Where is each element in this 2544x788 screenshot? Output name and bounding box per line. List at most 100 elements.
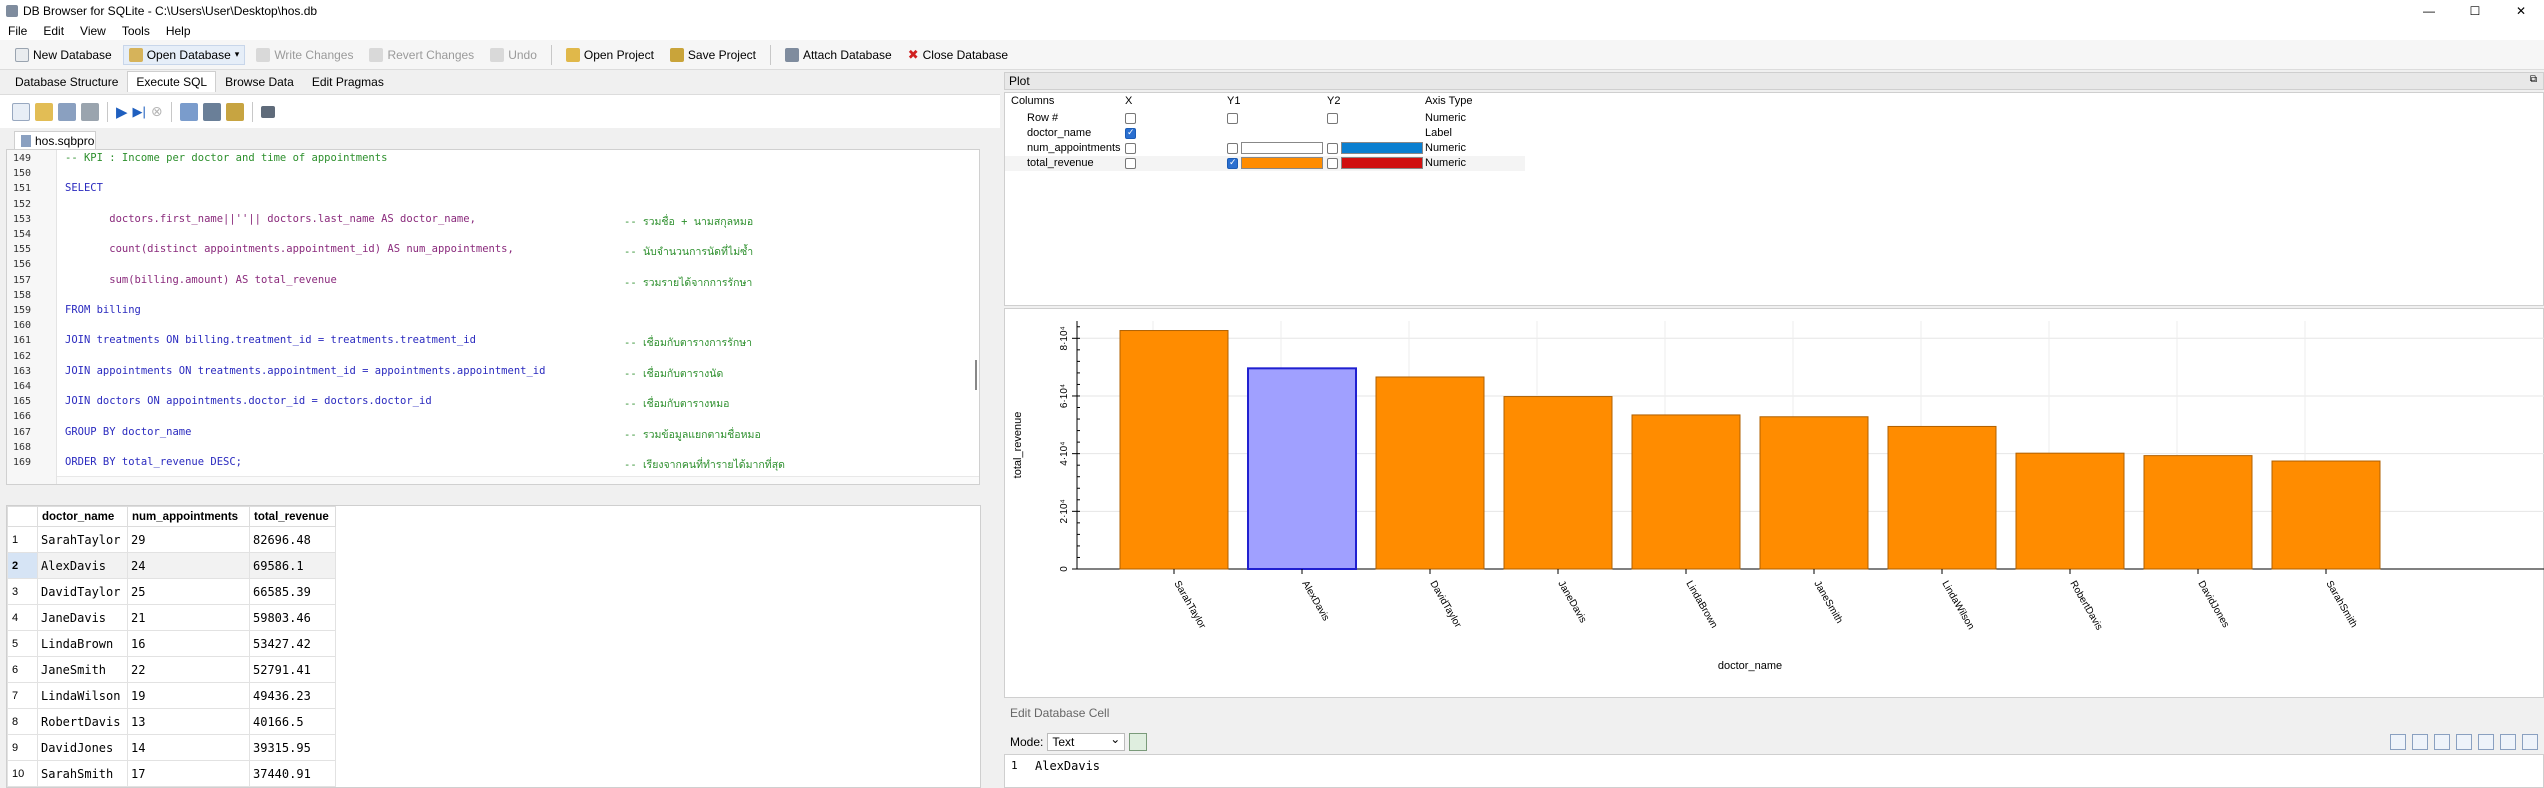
maximize-button[interactable]: ☐ xyxy=(2452,0,2498,22)
table-cell[interactable]: 24 xyxy=(127,552,250,579)
write-changes-button[interactable]: Write Changes xyxy=(251,46,358,64)
table-cell[interactable]: 37440.91 xyxy=(249,760,336,787)
y1-checkbox[interactable] xyxy=(1227,113,1238,124)
y2-color-swatch[interactable] xyxy=(1341,142,1423,154)
y2-checkbox[interactable] xyxy=(1327,143,1338,154)
column-header[interactable]: doctor_name xyxy=(37,506,128,527)
print-cell-icon[interactable] xyxy=(2412,734,2428,750)
find-icon[interactable] xyxy=(202,102,221,121)
word-wrap-icon[interactable] xyxy=(2390,734,2406,750)
row-number[interactable]: 7 xyxy=(7,682,38,709)
row-number[interactable]: 6 xyxy=(7,656,38,683)
table-cell[interactable]: JaneDavis xyxy=(37,604,128,631)
table-cell[interactable]: LindaWilson xyxy=(37,682,128,709)
table-cell[interactable]: SarahSmith xyxy=(37,760,128,787)
plot-chart-area[interactable]: 0 2·10⁴ 4·10⁴ 6·10⁴ 8·10⁴ SarahTaylor AlexDavi… xyxy=(1004,308,2544,698)
table-row[interactable]: 7 LindaWilson 19 49436.23 xyxy=(7,682,336,709)
table-row[interactable]: 8 RobertDavis 13 40166.5 xyxy=(7,708,336,735)
table-row[interactable]: 3 DavidTaylor 25 66585.39 xyxy=(7,578,336,605)
y1-color-swatch[interactable] xyxy=(1241,157,1323,169)
row-number[interactable]: 4 xyxy=(7,604,38,631)
print-icon[interactable] xyxy=(81,102,99,121)
row-number[interactable]: 3 xyxy=(7,578,38,605)
menu-file[interactable]: File xyxy=(0,24,35,38)
set-null-icon[interactable] xyxy=(2434,734,2450,750)
table-cell[interactable]: 14 xyxy=(127,734,250,761)
menu-tools[interactable]: Tools xyxy=(114,24,158,38)
table-row[interactable]: 9 DavidJones 14 39315.95 xyxy=(7,734,336,761)
y2-checkbox[interactable] xyxy=(1327,158,1338,169)
y2-color-swatch[interactable] xyxy=(1341,157,1423,169)
undock-cell-icon[interactable] xyxy=(2522,734,2538,750)
table-cell[interactable]: 69586.1 xyxy=(249,552,336,579)
table-row[interactable]: 1 SarahTaylor 29 82696.48 xyxy=(7,526,336,553)
open-project-button[interactable]: Open Project xyxy=(561,46,659,64)
table-cell[interactable]: 21 xyxy=(127,604,250,631)
table-cell[interactable]: DavidJones xyxy=(37,734,128,761)
editor-horizontal-scrollbar[interactable] xyxy=(57,476,979,484)
table-cell[interactable]: 22 xyxy=(127,656,250,683)
edit-cell-editor[interactable]: 1 AlexDavis xyxy=(1004,754,2544,788)
row-number[interactable]: 10 xyxy=(7,760,38,787)
row-number[interactable]: 1 xyxy=(7,526,38,553)
table-cell[interactable]: LindaBrown xyxy=(37,630,128,657)
auto-format-icon[interactable] xyxy=(1129,733,1148,751)
y1-color-swatch[interactable] xyxy=(1241,142,1323,154)
tab-edit-pragmas[interactable]: Edit Pragmas xyxy=(303,71,393,92)
undo-button[interactable]: Undo xyxy=(485,46,542,64)
y1-checkbox[interactable] xyxy=(1227,157,1238,169)
row-number[interactable]: 9 xyxy=(7,734,38,761)
table-row[interactable]: 10 SarahSmith 17 37440.91 xyxy=(7,760,336,787)
table-cell[interactable]: 29 xyxy=(127,526,250,553)
x-checkbox[interactable] xyxy=(1125,127,1136,139)
table-cell[interactable]: 59803.46 xyxy=(249,604,336,631)
table-cell[interactable]: SarahTaylor xyxy=(37,526,128,553)
open-database-button[interactable]: Open Database ▾ xyxy=(122,44,246,65)
save-sql-file-icon[interactable] xyxy=(58,102,76,121)
x-checkbox[interactable] xyxy=(1125,158,1136,169)
table-cell[interactable]: 13 xyxy=(127,708,250,735)
execute-all-icon[interactable]: ▶ xyxy=(116,103,128,121)
table-cell[interactable]: JaneSmith xyxy=(37,656,128,683)
table-cell[interactable]: 52791.41 xyxy=(249,656,336,683)
undock-icon[interactable]: ⧉ xyxy=(2530,74,2537,85)
table-row[interactable]: 6 JaneSmith 22 52791.41 xyxy=(7,656,336,683)
row-number[interactable]: 5 xyxy=(7,630,38,657)
save-project-button[interactable]: Save Project xyxy=(665,46,761,64)
results-grid[interactable]: doctor_name num_appointments total_reven… xyxy=(6,505,981,788)
corner-header[interactable] xyxy=(7,506,38,527)
apply-icon[interactable] xyxy=(2500,734,2516,750)
sql-file-tab[interactable]: hos.sqbpro xyxy=(14,131,96,149)
table-cell[interactable]: RobertDavis xyxy=(37,708,128,735)
plot-column-row[interactable]: doctor_name Label xyxy=(1005,126,1525,141)
menu-edit[interactable]: Edit xyxy=(35,24,72,38)
table-cell[interactable]: 82696.48 xyxy=(249,526,336,553)
new-database-button[interactable]: New Database xyxy=(10,46,117,64)
table-cell[interactable]: 19 xyxy=(127,682,250,709)
column-header[interactable]: total_revenue xyxy=(249,506,336,527)
menu-help[interactable]: Help xyxy=(158,24,199,38)
table-row[interactable]: 4 JaneDavis 21 59803.46 xyxy=(7,604,336,631)
x-checkbox[interactable] xyxy=(1125,143,1136,154)
close-database-button[interactable]: ✖ Close Database xyxy=(903,45,1013,65)
tab-browse-data[interactable]: Browse Data xyxy=(216,71,303,92)
revert-changes-button[interactable]: Revert Changes xyxy=(364,46,479,64)
table-cell[interactable]: DavidTaylor xyxy=(37,578,128,605)
table-cell[interactable]: 16 xyxy=(127,630,250,657)
table-cell[interactable]: 66585.39 xyxy=(249,578,336,605)
mode-select[interactable]: Text xyxy=(1047,732,1126,751)
tab-database-structure[interactable]: Database Structure xyxy=(6,71,127,92)
save-results-icon[interactable] xyxy=(179,102,198,121)
table-cell[interactable]: 25 xyxy=(127,578,250,605)
import-icon[interactable] xyxy=(2456,734,2472,750)
stop-execution-icon[interactable]: ⊗ xyxy=(151,103,163,120)
open-tab-icon[interactable] xyxy=(12,102,30,121)
editor-scroll-thumb[interactable] xyxy=(975,360,977,390)
tab-execute-sql[interactable]: Execute SQL xyxy=(127,71,217,92)
y2-checkbox[interactable] xyxy=(1327,113,1338,124)
row-number[interactable]: 8 xyxy=(7,708,38,735)
x-checkbox[interactable] xyxy=(1125,113,1136,124)
export-icon[interactable] xyxy=(2478,734,2494,750)
sql-editor[interactable]: 149 150 151 152 153 154 155 156 157 158 159 160 161 1… xyxy=(6,149,980,485)
chevron-down-icon[interactable]: ▾ xyxy=(235,49,240,60)
